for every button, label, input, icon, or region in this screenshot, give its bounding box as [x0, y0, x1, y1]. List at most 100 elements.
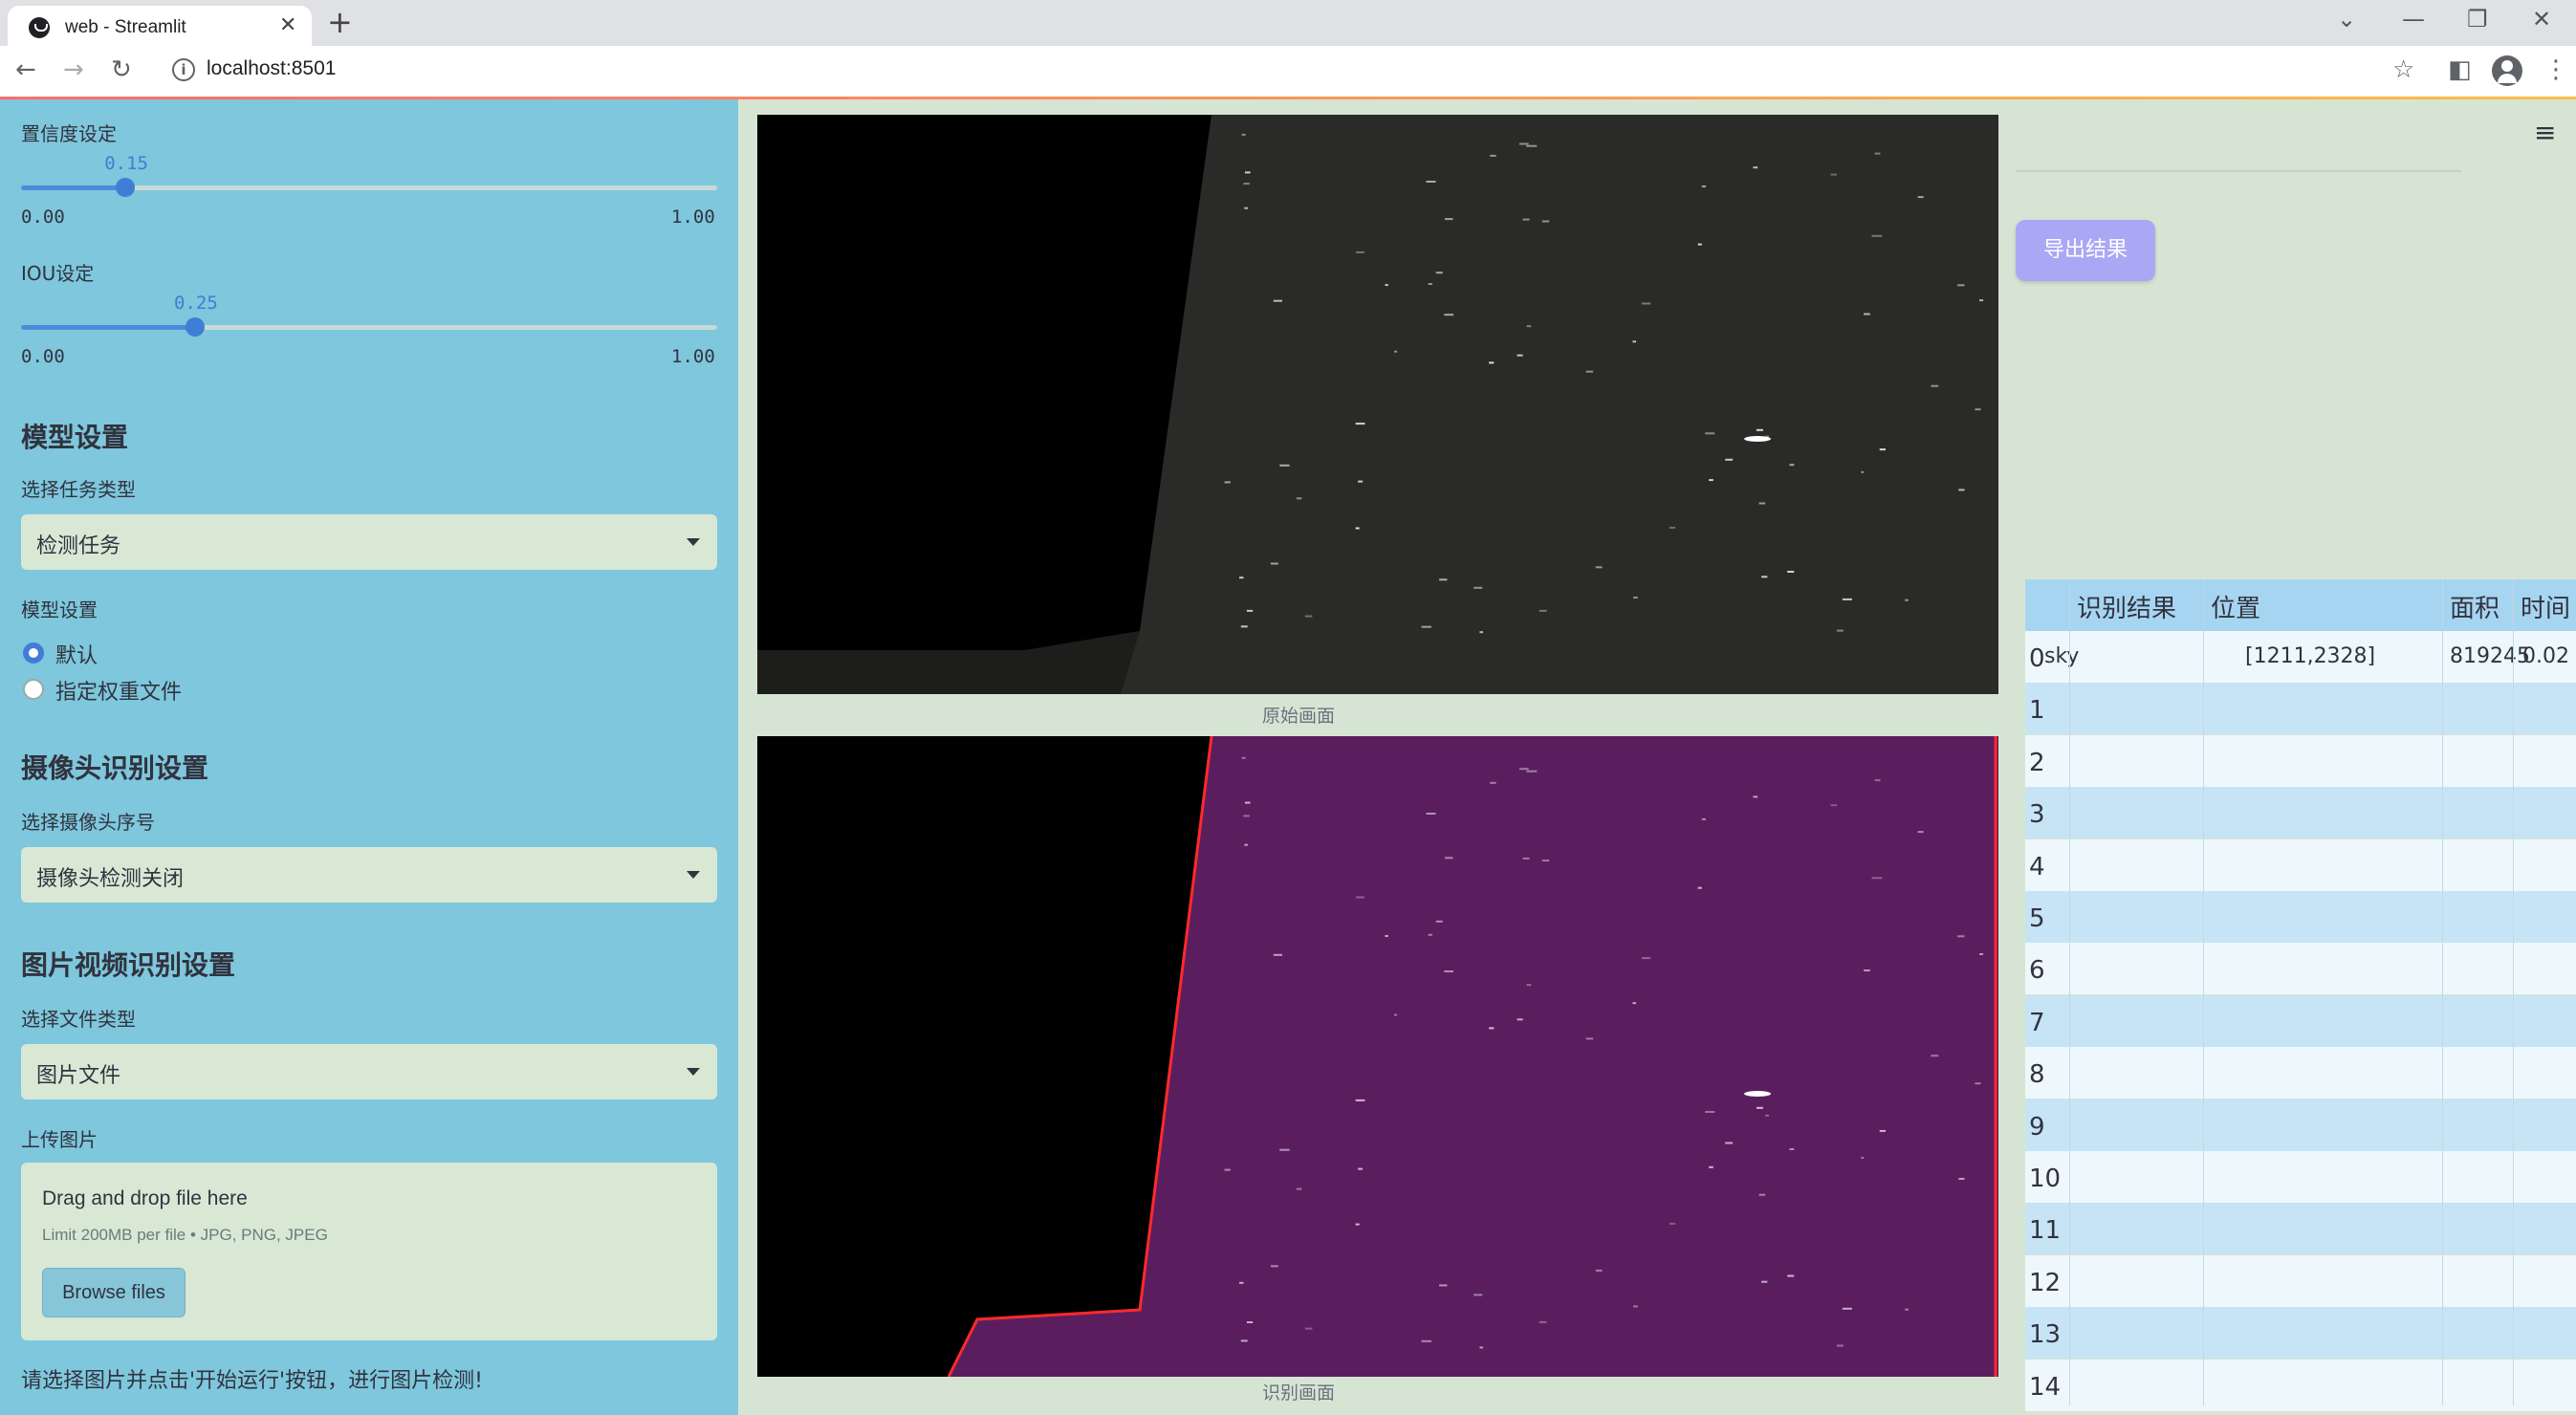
hamburger-icon[interactable]: ≡ [2534, 117, 2556, 148]
table-row[interactable]: 8 [2025, 1047, 2576, 1099]
row-index: 9 [2029, 1112, 2045, 1142]
header-position[interactable]: 位置 [2211, 589, 2260, 624]
window-close-icon[interactable]: ✕ [2532, 6, 2551, 33]
star-streak [1358, 1167, 1364, 1170]
forward-icon[interactable]: → [63, 55, 84, 84]
camera-select[interactable]: 摄像头检测关闭 [21, 847, 717, 903]
table-row[interactable]: 9 [2025, 1099, 2576, 1151]
cell-position: [1211,2328] [2245, 644, 2376, 668]
chevron-down-icon [687, 871, 700, 879]
star-streak [1701, 185, 1706, 187]
restore-icon[interactable]: ❐ [2467, 6, 2488, 33]
column-divider [2513, 579, 2514, 1405]
header-time[interactable]: 时间 [2521, 589, 2570, 624]
star-streak [1445, 218, 1453, 221]
export-results-button[interactable]: 导出结果 [2016, 220, 2155, 281]
file-type-value: 图片文件 [36, 1064, 121, 1088]
model-label: 模型设置 [21, 599, 98, 621]
star-streak [1585, 370, 1594, 373]
star-streak [1428, 933, 1432, 936]
row-index: 13 [2029, 1320, 2062, 1350]
star-streak [1905, 1308, 1909, 1311]
star-streak [1595, 566, 1603, 569]
column-divider [2069, 579, 2070, 1405]
star-streak [1957, 284, 1965, 287]
star-streak [1632, 340, 1636, 343]
iou-value: 0.25 [174, 293, 218, 314]
table-row[interactable]: 1 [2025, 683, 2576, 735]
result-image-canvas [757, 736, 1998, 1377]
star-streak [1356, 250, 1364, 253]
iou-slider-thumb[interactable] [186, 317, 205, 337]
star-streak [1356, 896, 1364, 899]
close-icon[interactable]: ✕ [279, 13, 296, 37]
table-row[interactable]: 4 [2025, 838, 2576, 891]
avatar[interactable] [2492, 55, 2522, 86]
star-streak [1385, 935, 1388, 937]
table-row[interactable]: 10 [2025, 1151, 2576, 1203]
camera-index-label: 选择摄像头序号 [21, 811, 155, 834]
star-streak [1428, 283, 1432, 285]
star-streak [1304, 615, 1313, 618]
table-row[interactable]: 7 [2025, 994, 2576, 1047]
cell-result: sky [2044, 644, 2080, 668]
star-streak [1861, 1157, 1865, 1159]
table-row[interactable]: 5 [2025, 891, 2576, 943]
kebab-icon[interactable]: ⋮ [2543, 55, 2568, 84]
star-icon[interactable]: ☆ [2392, 55, 2414, 84]
model-settings-header: 模型设置 [21, 422, 129, 453]
header-result[interactable]: 识别结果 [2077, 589, 2176, 624]
minimize-icon[interactable]: — [2402, 6, 2425, 33]
star-streak [1787, 1274, 1795, 1277]
confidence-slider[interactable] [21, 178, 717, 197]
radio-default[interactable] [23, 642, 44, 664]
address-bar[interactable]: localhost:8501 [207, 57, 336, 80]
info-icon[interactable]: i [172, 58, 195, 81]
star-streak [1522, 857, 1530, 860]
back-icon[interactable]: ← [15, 55, 36, 84]
star-streak [1518, 768, 1529, 771]
row-index: 6 [2029, 956, 2045, 986]
iou-slider[interactable] [21, 317, 717, 337]
radio-custom-weights-label[interactable]: 指定权重文件 [55, 675, 182, 706]
chevron-down-icon[interactable]: ⌄ [2337, 6, 2356, 33]
star-streak [1526, 325, 1532, 328]
browse-files-button[interactable]: Browse files [42, 1268, 186, 1317]
table-row[interactable]: 6 [2025, 943, 2576, 995]
confidence-max: 1.00 [671, 207, 715, 228]
table-row[interactable]: 14 [2025, 1359, 2576, 1411]
table-row[interactable]: 3 [2025, 787, 2576, 839]
reload-icon[interactable]: ↻ [111, 55, 132, 84]
task-type-label: 选择任务类型 [21, 478, 136, 501]
file-uploader-dropzone[interactable]: Drag and drop file here Limit 200MB per … [21, 1163, 717, 1340]
star-streak [1355, 1099, 1365, 1101]
star-streak [1541, 860, 1550, 862]
star-streak [1765, 1114, 1769, 1117]
cell-time: 0.02 [2522, 644, 2569, 668]
star-streak [1246, 609, 1254, 612]
star-streak [1270, 562, 1278, 565]
row-index: 11 [2029, 1216, 2062, 1246]
plus-icon[interactable]: + [327, 4, 353, 40]
table-row[interactable]: 12 [2025, 1254, 2576, 1307]
sidepanel-icon[interactable]: ◧ [2448, 55, 2472, 84]
table-header: 识别结果 位置 面积 时间 [2025, 579, 2576, 631]
star-streak [1705, 1111, 1715, 1113]
table-row[interactable]: 13 [2025, 1307, 2576, 1360]
star-streak [1489, 1027, 1495, 1030]
file-type-select[interactable]: 图片文件 [21, 1044, 717, 1099]
table-row[interactable]: 11 [2025, 1203, 2576, 1255]
header-area[interactable]: 面积 [2450, 589, 2500, 624]
star-streak [1245, 171, 1251, 174]
table-row[interactable]: 2 [2025, 734, 2576, 787]
table-row[interactable]: 0 sky [1211,2328] 819245 0.02 [2025, 631, 2576, 683]
radio-default-label[interactable]: 默认 [55, 639, 98, 669]
upload-limit: Limit 200MB per file • JPG, PNG, JPEG [42, 1226, 328, 1244]
task-type-select[interactable]: 检测任务 [21, 514, 717, 570]
star-streak [1641, 957, 1651, 960]
media-settings-header: 图片视频识别设置 [21, 949, 236, 981]
confidence-slider-thumb[interactable] [116, 178, 136, 197]
radio-custom-weights[interactable] [23, 679, 44, 700]
browser-tab[interactable]: web - Streamlit ✕ [8, 6, 312, 46]
star-streak [1355, 527, 1360, 530]
